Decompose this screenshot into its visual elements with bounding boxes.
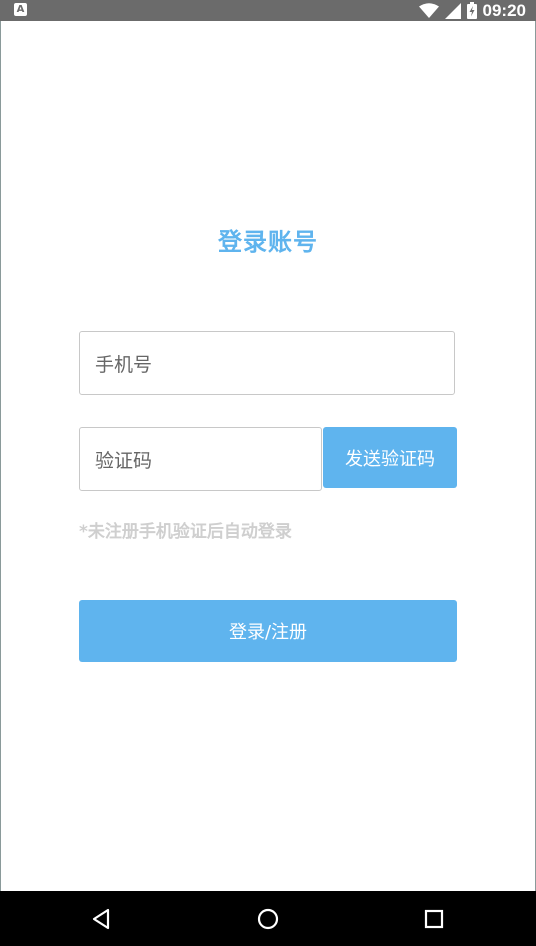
battery-icon [466,2,477,19]
notification-a-icon: A [14,3,27,16]
back-icon[interactable] [90,907,114,931]
page-title: 登录账号 [218,228,318,256]
status-time: 09:20 [482,1,526,20]
send-code-button[interactable]: 发送验证码 [323,427,457,488]
home-icon[interactable] [256,907,280,931]
status-bar: A 09:20 [0,0,536,21]
phone-placeholder: 手机号 [95,353,153,376]
login-screen: 登录账号 手机号 验证码 发送验证码 *未注册手机验证后自动登录 登录/注册 [0,21,536,891]
code-placeholder: 验证码 [95,449,153,472]
verification-code-input[interactable]: 验证码 [79,427,322,491]
status-indicators: 09:20 [418,0,526,21]
login-register-button[interactable]: 登录/注册 [79,600,457,662]
phone-input[interactable]: 手机号 [79,331,455,395]
recents-icon[interactable] [422,907,446,931]
navigation-bar [0,891,536,946]
wifi-icon [418,2,439,19]
auto-login-hint: *未注册手机验证后自动登录 [79,522,292,542]
cellular-signal-icon [444,2,461,19]
